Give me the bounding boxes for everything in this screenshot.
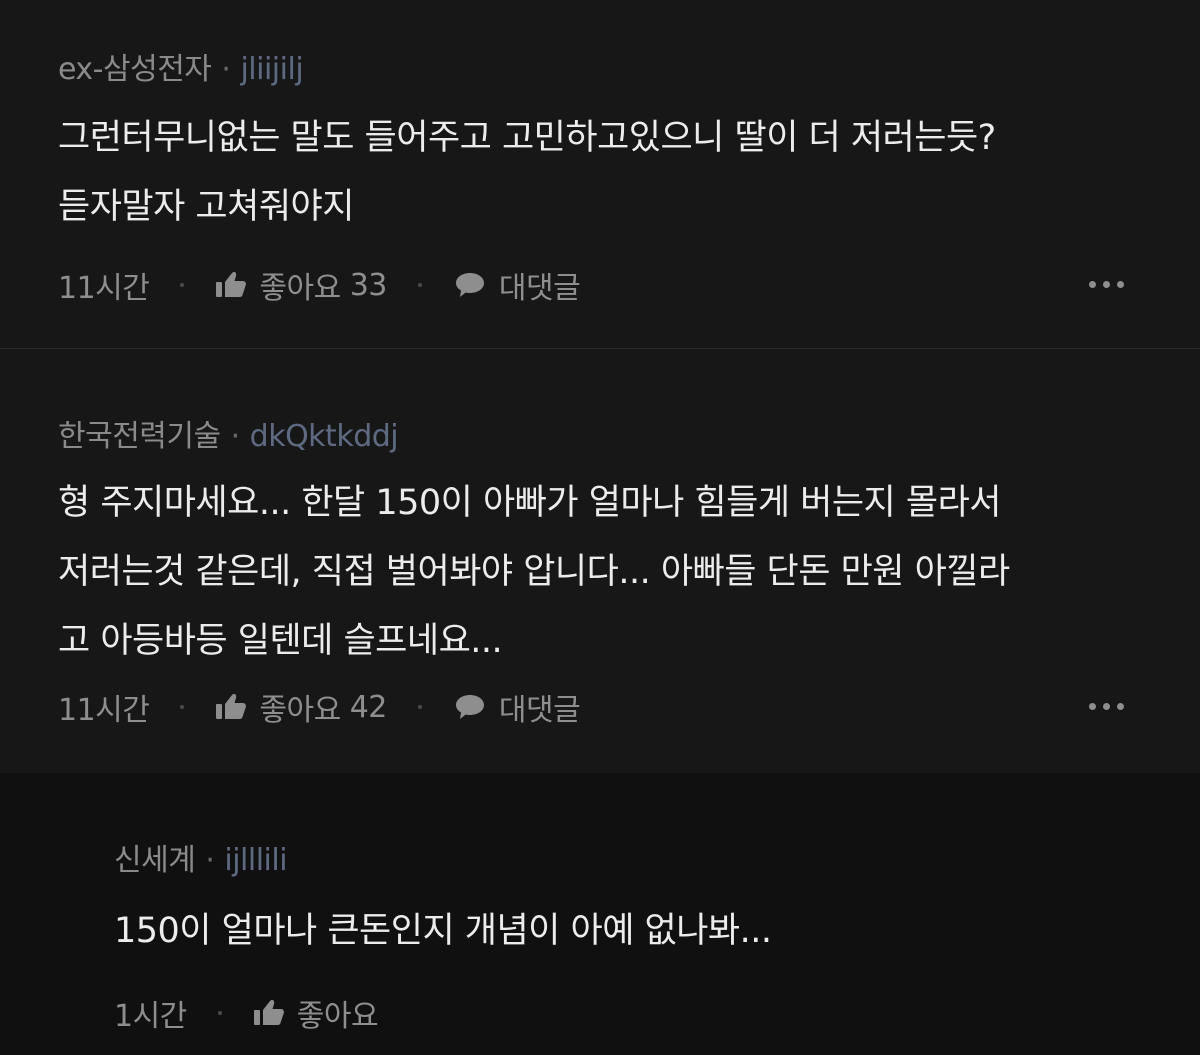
action-separator xyxy=(217,1011,222,1015)
comment-author-line: 한국전력기술 · dkQktkddj xyxy=(58,411,399,455)
meta-separator: · xyxy=(205,843,215,878)
more-dots-icon[interactable] xyxy=(1089,703,1124,710)
reply-line: 150이 얼마나 큰돈인지 개념이 아예 없나봐... xyxy=(114,911,772,951)
comment-body: 그런터무니없는 말도 들어주고 고민하고있으니 딸이 더 저러는듯? 듣자말자 … xyxy=(58,104,996,242)
action-separator xyxy=(417,705,422,709)
speech-bubble-icon xyxy=(453,692,487,722)
comment-author-line: ex-삼성전자 · jliijilj xyxy=(58,44,304,88)
comment-line: 형 주지마세요... 한달 150이 아빠가 얼마나 힘들게 버는지 몰라서 xyxy=(58,483,1001,523)
thumbs-up-icon xyxy=(215,693,247,721)
comment-item: 한국전력기술 · dkQktkddj 형 주지마세요... 한달 150이 아빠가 … xyxy=(0,349,1200,773)
comment-time: 11시간 xyxy=(58,271,150,306)
author-company: 신세계 xyxy=(114,843,196,878)
like-button[interactable]: 좋아요 33 xyxy=(215,263,387,307)
comment-actions: 11시간 좋아요 33 대댓글 xyxy=(58,263,581,307)
author-nickname[interactable]: ijlllili xyxy=(224,843,287,878)
reply-label: 대댓글 xyxy=(498,271,581,306)
action-separator xyxy=(180,283,185,287)
comment-item: ex-삼성전자 · jliijilj 그런터무니없는 말도 들어주고 고민하고있으니… xyxy=(0,0,1200,349)
thumbs-up-icon xyxy=(253,999,285,1027)
comment-line: 듣자말자 고쳐줘야지 xyxy=(58,187,354,227)
reply-button[interactable]: 대댓글 xyxy=(453,685,581,729)
like-button[interactable]: 좋아요 xyxy=(253,991,379,1035)
reply-button[interactable]: 대댓글 xyxy=(453,263,581,307)
meta-separator: · xyxy=(221,52,231,87)
comment-actions: 11시간 좋아요 42 대댓글 xyxy=(58,685,581,729)
reply-actions: 1시간 좋아요 xyxy=(114,991,379,1035)
reply-item: 신세계 · ijlllili 150이 얼마나 큰돈인지 개념이 아예 없나봐...… xyxy=(0,773,1200,1055)
reply-label: 대댓글 xyxy=(498,693,581,728)
like-label: 좋아요 xyxy=(259,271,341,306)
action-separator xyxy=(180,705,185,709)
reply-body: 150이 얼마나 큰돈인지 개념이 아예 없나봐... xyxy=(114,897,772,966)
more-dots-icon[interactable] xyxy=(1089,281,1124,288)
speech-bubble-icon xyxy=(453,270,487,300)
meta-separator: · xyxy=(230,419,241,454)
reply-time: 1시간 xyxy=(114,999,187,1034)
comment-line: 고 아등바등 일텐데 슬프네요... xyxy=(58,621,503,661)
comment-line: 그런터무니없는 말도 들어주고 고민하고있으니 딸이 더 저러는듯? xyxy=(58,118,996,158)
comment-line: 저러는것 같은데, 직접 벌어봐야 압니다... 아빠들 단돈 만원 아낄라 xyxy=(58,552,1010,592)
comment-time: 11시간 xyxy=(58,693,150,728)
like-label: 좋아요 xyxy=(296,999,379,1034)
author-company: 한국전력기술 xyxy=(58,419,221,454)
action-separator xyxy=(417,283,422,287)
thumbs-up-icon xyxy=(215,271,247,299)
reply-author-line: 신세계 · ijlllili xyxy=(114,835,288,879)
comment-body: 형 주지마세요... 한달 150이 아빠가 얼마나 힘들게 버는지 몰라서 저… xyxy=(58,469,1010,676)
author-nickname[interactable]: dkQktkddj xyxy=(250,419,399,454)
author-nickname[interactable]: jliijilj xyxy=(240,52,303,87)
like-button[interactable]: 좋아요 42 xyxy=(215,685,387,729)
like-count: 42 xyxy=(349,689,388,725)
author-company: ex-삼성전자 xyxy=(58,52,212,87)
like-label: 좋아요 xyxy=(259,693,341,728)
like-count: 33 xyxy=(349,267,388,303)
